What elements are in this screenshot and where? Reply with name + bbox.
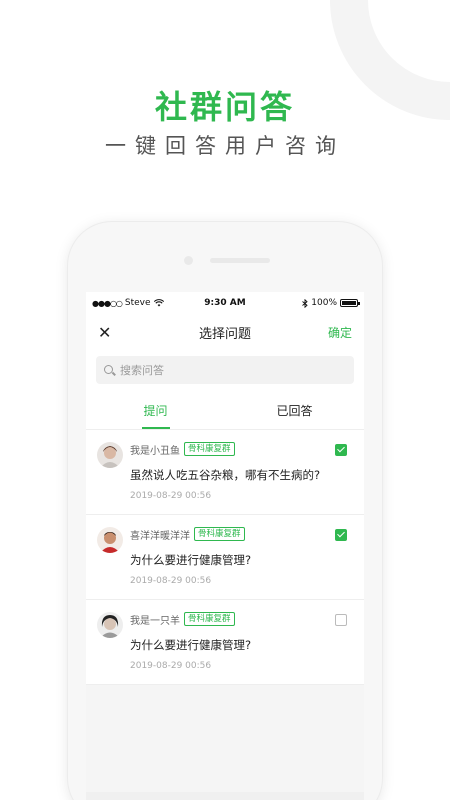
group-badge: 骨科康复群	[194, 527, 245, 541]
avatar	[97, 612, 123, 638]
search-bar	[86, 350, 364, 392]
question-text: 为什么要进行健康管理?	[130, 553, 252, 567]
list-item[interactable]: 喜洋洋暖洋洋 骨科康复群 为什么要进行健康管理? 2019-08-29 00:5…	[86, 515, 364, 600]
avatar	[97, 527, 123, 553]
search-input[interactable]	[120, 363, 320, 377]
user-name: 我是一只羊	[130, 615, 180, 627]
page: 社群问答 一键回答用户咨询 ●●●○○ Steve 9:30 AM 100% ✕…	[0, 0, 450, 800]
tab-bar: 提问 已回答	[86, 392, 364, 430]
carrier-name: Steve	[124, 298, 151, 308]
tab-answered[interactable]: 已回答	[225, 392, 364, 429]
select-checkbox[interactable]	[335, 529, 347, 541]
battery-icon	[340, 299, 361, 307]
search-box[interactable]	[96, 356, 354, 384]
status-time: 9:30 AM	[204, 298, 246, 308]
question-list: 我是小丑鱼 骨科康复群 虽然说人吃五谷杂粮，哪有不生病的? 2019-08-29…	[86, 430, 364, 685]
select-checkbox[interactable]	[335, 444, 347, 456]
group-badge: 骨科康复群	[184, 612, 235, 626]
signal-icon: ●●●○○	[92, 298, 123, 308]
page-title: 选择问题	[198, 326, 251, 342]
promo-title: 社群问答	[154, 88, 295, 126]
question-text: 虽然说人吃五谷杂粮，哪有不生病的?	[130, 468, 321, 482]
question-time: 2019-08-29 00:56	[130, 576, 212, 586]
battery-percent: 100%	[311, 298, 338, 308]
list-item[interactable]: 我是一只羊 骨科康复群 为什么要进行健康管理? 2019-08-29 00:56	[86, 600, 364, 685]
confirm-button[interactable]: 确定	[322, 324, 352, 341]
question-text: 为什么要进行健康管理?	[130, 638, 252, 652]
list-item[interactable]: 我是小丑鱼 骨科康复群 虽然说人吃五谷杂粮，哪有不生病的? 2019-08-29…	[86, 430, 364, 515]
status-bar: ●●●○○ Steve 9:30 AM 100%	[86, 292, 364, 314]
bluetooth-icon	[302, 298, 308, 308]
phone-bottom-edge	[86, 792, 364, 800]
avatar	[97, 442, 123, 468]
nav-bar: ✕ 选择问题 确定	[86, 314, 364, 350]
search-icon	[104, 364, 115, 376]
group-badge: 骨科康复群	[184, 442, 235, 456]
question-time: 2019-08-29 00:56	[130, 661, 212, 671]
select-checkbox[interactable]	[335, 614, 347, 626]
tab-questions[interactable]: 提问	[86, 392, 225, 429]
question-time: 2019-08-29 00:56	[130, 491, 212, 501]
user-name: 我是小丑鱼	[130, 445, 180, 457]
phone-screen: ●●●○○ Steve 9:30 AM 100% ✕ 选择问题 确定 搜索问答 …	[86, 292, 364, 800]
phone-speaker	[210, 258, 270, 263]
promo-subtitle: 一键回答用户咨询	[105, 134, 345, 158]
wifi-icon	[153, 299, 164, 307]
user-name: 喜洋洋暖洋洋	[130, 530, 190, 542]
phone-camera	[184, 256, 193, 265]
close-button[interactable]: ✕	[98, 323, 128, 342]
